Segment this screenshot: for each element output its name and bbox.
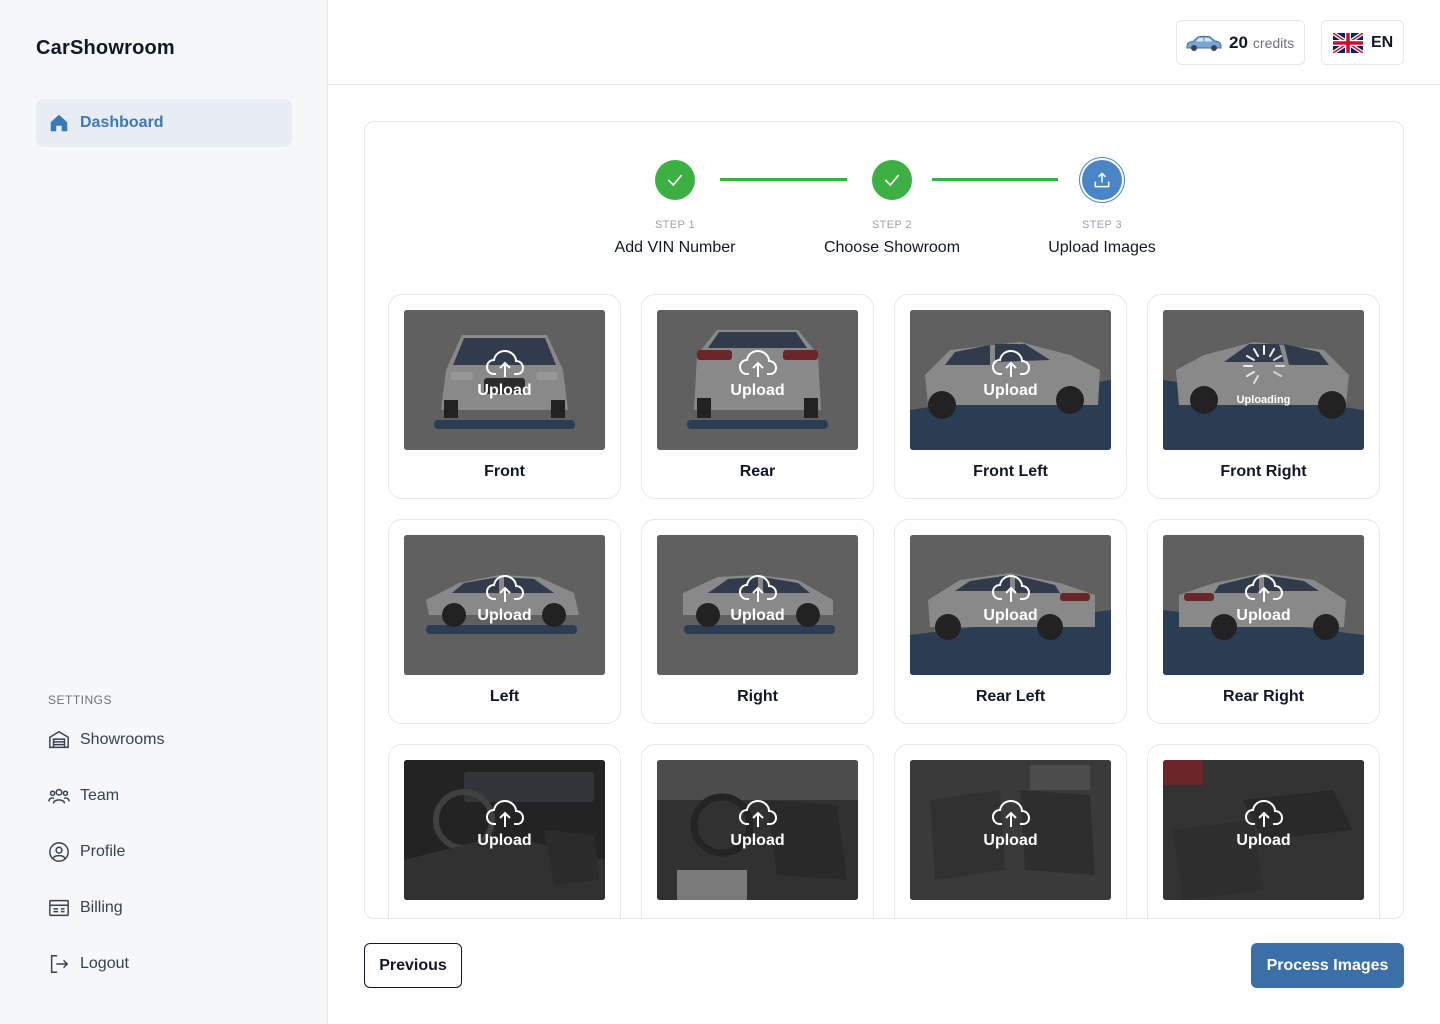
home-icon: [50, 114, 68, 132]
step-1-number: STEP 1: [654, 219, 696, 231]
cloud-upload-icon: [738, 349, 777, 377]
uk-flag-icon: [1333, 32, 1363, 53]
step-2-title: Choose Showroom: [823, 239, 961, 256]
settings-section-label: SETTINGS: [48, 693, 113, 707]
upload-label: Upload: [1236, 832, 1291, 849]
tile-label: Rear Left: [975, 688, 1046, 705]
sidebar-item-logout[interactable]: Logout: [48, 948, 129, 980]
upload-tile-rear-left[interactable]: Upload Rear Left: [894, 519, 1127, 724]
rear-car-image: Upload: [657, 310, 858, 450]
sidebar-item-label: Showrooms: [80, 731, 165, 748]
cloud-upload-icon: [1244, 799, 1283, 827]
step-1-check-icon: [655, 160, 695, 200]
top-bar: 20 credits EN: [328, 0, 1440, 85]
language-selector[interactable]: EN: [1321, 20, 1404, 65]
credits-count: 20: [1229, 32, 1248, 52]
cloud-upload-icon: [485, 349, 524, 377]
upload-tile-front-left[interactable]: Upload Front Left: [894, 294, 1127, 499]
upload-label: Upload: [730, 382, 785, 399]
cloud-upload-icon: [991, 799, 1030, 827]
previous-button[interactable]: Previous: [364, 943, 462, 988]
cloud-upload-icon: [485, 799, 524, 827]
upload-label: Upload: [477, 382, 532, 399]
tile-label: Rear Right: [1223, 688, 1304, 705]
tile-label: Front Left: [973, 463, 1048, 480]
front-right-car-image: Uploading: [1163, 310, 1364, 450]
upload-tile-interior-2[interactable]: Upload: [641, 744, 874, 918]
sidebar-item-label: Team: [80, 787, 120, 804]
upload-tile-right[interactable]: Upload Right: [641, 519, 874, 724]
language-code: EN: [1371, 33, 1394, 51]
rear-left-car-image: Upload: [910, 535, 1111, 675]
billing-icon: [49, 899, 69, 917]
cloud-upload-icon: [738, 574, 777, 602]
sidebar-item-billing[interactable]: Billing: [48, 892, 123, 924]
step-connector-2: [932, 178, 1058, 181]
step-3-number: STEP 3: [1081, 219, 1123, 231]
tile-label: Left: [489, 688, 520, 705]
tile-label: Front: [484, 463, 525, 480]
sidebar-item-showrooms[interactable]: Showrooms: [48, 724, 164, 756]
credits-label: credits: [1252, 34, 1295, 51]
cloud-upload-icon: [1244, 574, 1283, 602]
upload-tile-rear[interactable]: Upload Rear: [641, 294, 874, 499]
sidebar: CarShowroom Dashboard SETTINGS Showrooms…: [0, 0, 328, 1024]
cloud-upload-icon: [991, 574, 1030, 602]
credits-badge[interactable]: 20 credits: [1176, 20, 1305, 65]
upload-label: Upload: [983, 382, 1038, 399]
step-2-check-icon: [872, 160, 912, 200]
cloud-upload-icon: [738, 799, 777, 827]
sidebar-item-dashboard[interactable]: Dashboard: [36, 99, 292, 147]
garage-icon: [49, 730, 69, 749]
sidebar-item-label: Dashboard: [80, 114, 164, 131]
upload-tile-rear-right[interactable]: Upload Rear Right: [1147, 519, 1380, 724]
tile-label: Rear: [739, 463, 776, 480]
sidebar-item-profile[interactable]: Profile: [48, 836, 125, 868]
upload-tile-front-right[interactable]: Uploading Front Right: [1147, 294, 1380, 499]
sidebar-item-team[interactable]: Team: [48, 780, 119, 812]
upload-tile-interior-4[interactable]: Upload: [1147, 744, 1380, 918]
cloud-upload-icon: [485, 574, 524, 602]
upload-label: Upload: [477, 832, 532, 849]
upload-label: Upload: [477, 607, 532, 624]
upload-tile-interior-3[interactable]: Upload: [894, 744, 1127, 918]
dashboard-interior-image: Upload: [404, 760, 605, 900]
app-logo[interactable]: CarShowroom: [36, 37, 175, 60]
car-icon: [1186, 35, 1222, 51]
driver-seat-interior-image: Upload: [657, 760, 858, 900]
front-car-image: Upload: [404, 310, 605, 450]
upload-tile-interior-1[interactable]: Upload: [388, 744, 621, 918]
upload-label: Upload: [730, 607, 785, 624]
step-3-title: Upload Images: [1048, 239, 1156, 256]
step-connector-1: [720, 178, 847, 181]
logout-icon: [50, 955, 69, 973]
passenger-seat-interior-image: Upload: [1163, 760, 1364, 900]
upload-label: Upload: [983, 832, 1038, 849]
upload-label: Upload: [983, 607, 1038, 624]
tile-label: Right: [737, 688, 778, 705]
step-2-number: STEP 2: [871, 219, 913, 231]
left-car-image: Upload: [404, 535, 605, 675]
upload-tile-front[interactable]: Upload Front: [388, 294, 621, 499]
step-3-upload-icon: [1082, 160, 1122, 200]
rear-seats-interior-image: Upload: [910, 760, 1111, 900]
upload-card: STEP 1 Add VIN Number STEP 2 Choose Show…: [364, 121, 1404, 919]
cloud-upload-icon: [991, 349, 1030, 377]
right-car-image: Upload: [657, 535, 858, 675]
upload-tile-left[interactable]: Upload Left: [388, 519, 621, 724]
sidebar-item-label: Logout: [80, 955, 129, 972]
sidebar-item-label: Billing: [80, 899, 123, 916]
sidebar-item-label: Profile: [80, 843, 126, 860]
spinner-icon: [1242, 345, 1285, 384]
users-icon: [48, 788, 70, 804]
uploading-label: Uploading: [1236, 394, 1291, 406]
process-images-button[interactable]: Process Images: [1251, 943, 1404, 988]
user-circle-icon: [49, 842, 69, 862]
step-1-title: Add VIN Number: [614, 239, 736, 256]
upload-label: Upload: [1236, 607, 1291, 624]
rear-right-car-image: Upload: [1163, 535, 1364, 675]
upload-label: Upload: [730, 832, 785, 849]
tile-label: Front Right: [1220, 463, 1307, 480]
front-left-car-image: Upload: [910, 310, 1111, 450]
